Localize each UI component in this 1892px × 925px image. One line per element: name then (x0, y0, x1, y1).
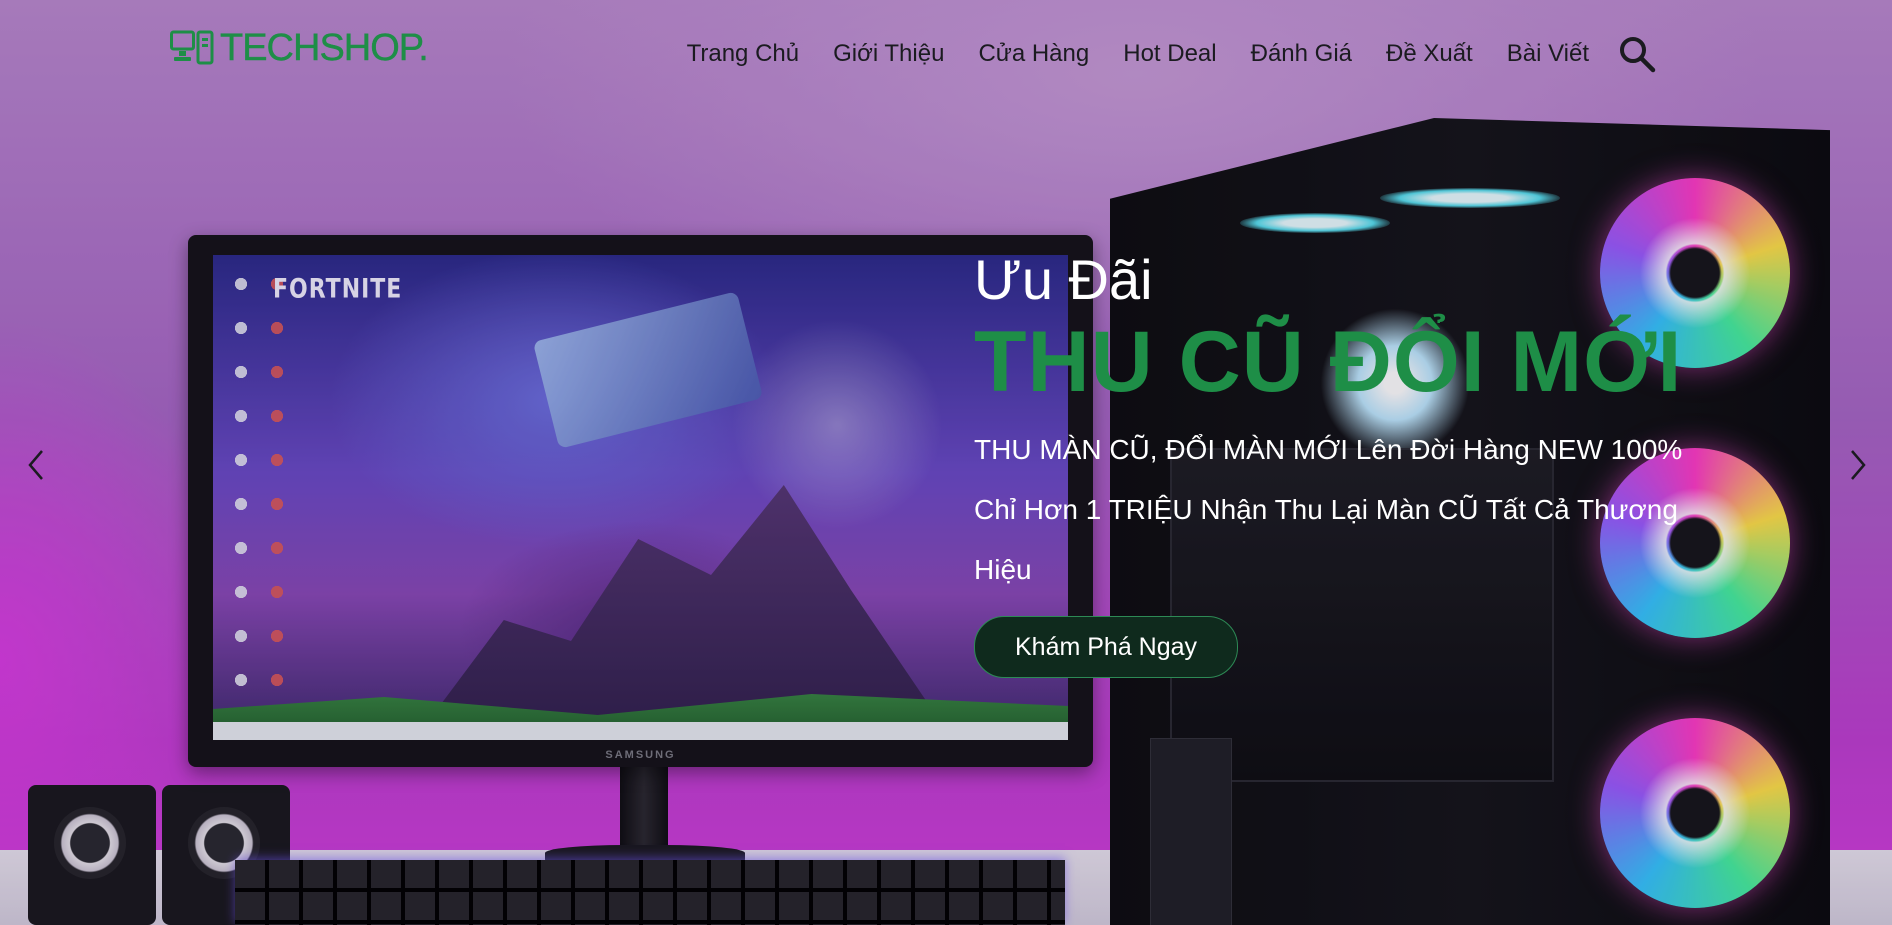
nav-item-danh-gia[interactable]: Đánh Giá (1251, 40, 1352, 68)
chevron-left-icon[interactable] (22, 445, 52, 485)
nav-item-de-xuat[interactable]: Đề Xuất (1386, 40, 1473, 68)
search-icon[interactable] (1617, 34, 1657, 74)
site-header: TECHSHOP. Trang Chủ Giới Thiệu Cửa Hàng … (0, 0, 1892, 100)
slide-eyebrow: Ưu Đãi (974, 248, 1153, 311)
slide-content: Ưu Đãi THU CŨ ĐỔI MỚI THU MÀN CŨ, ĐỔI MÀ… (974, 248, 1734, 678)
explore-now-button[interactable]: Khám Phá Ngay (974, 616, 1239, 678)
slide-description: THU MÀN CŨ, ĐỔI MÀN MỚI Lên Đời Hàng NEW… (974, 434, 1683, 585)
nav-item-hot-deal[interactable]: Hot Deal (1123, 40, 1216, 68)
main-nav: Trang Chủ Giới Thiệu Cửa Hàng Hot Deal Đ… (0, 34, 1892, 74)
slide-headline: THU CŨ ĐỔI MỚI (974, 314, 1683, 410)
nav-item-bai-viet[interactable]: Bài Viết (1507, 40, 1589, 68)
nav-item-trang-chu[interactable]: Trang Chủ (687, 40, 800, 68)
nav-item-cua-hang[interactable]: Cửa Hàng (978, 40, 1089, 68)
nav-item-gioi-thieu[interactable]: Giới Thiệu (833, 40, 944, 68)
chevron-right-icon[interactable] (1842, 445, 1872, 485)
